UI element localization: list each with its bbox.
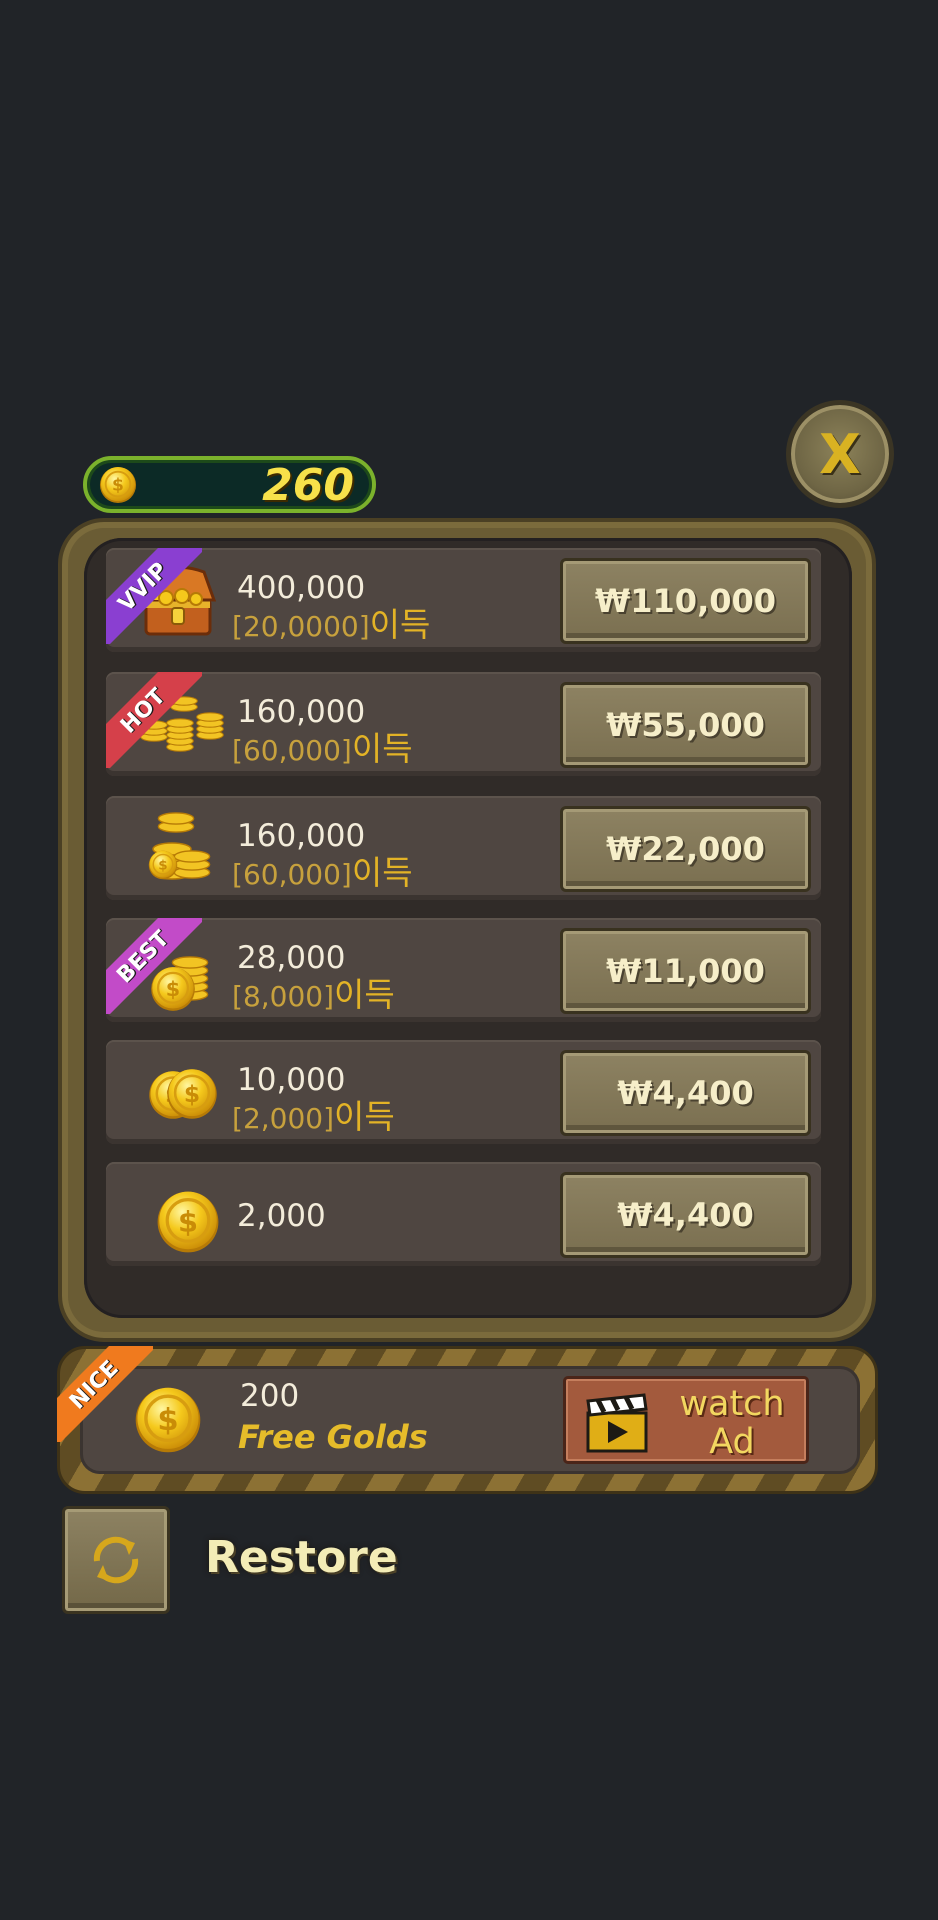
bonus-value: 8,000 — [242, 980, 324, 1013]
coin-icon — [156, 1190, 220, 1254]
watch-ad-line2: Ad — [709, 1422, 755, 1462]
package-bonus: [60,000]이득 — [232, 729, 413, 768]
buy-button[interactable]: ₩11,000 — [560, 928, 811, 1014]
watch-ad-line1: watch — [679, 1384, 785, 1424]
close-button[interactable]: X — [786, 400, 894, 508]
price-label: ₩22,000 — [606, 830, 765, 868]
bonus-suffix: 이득 — [334, 1097, 395, 1136]
coin-icon — [99, 466, 137, 504]
badge-label: BEST — [112, 926, 174, 988]
package-row-1: VVIP 400,000 [20,0000]이득 ₩110,000 — [106, 548, 821, 652]
free-gold-amount: 200 — [240, 1378, 300, 1414]
bonus-value: 60,000 — [242, 858, 341, 891]
package-bonus: [2,000]이득 — [232, 1097, 395, 1136]
badge-label: HOT — [115, 683, 171, 739]
bonus-suffix: 이득 — [351, 729, 413, 768]
close-icon: X — [819, 422, 861, 486]
bonus-suffix: 이득 — [351, 853, 413, 892]
badge-label: VVIP — [113, 557, 173, 617]
package-bonus: [20,0000]이득 — [232, 605, 431, 644]
watch-ad-label: watch Ad — [662, 1385, 802, 1461]
two-coins-icon — [148, 1068, 218, 1120]
package-amount: 160,000 — [237, 818, 366, 854]
coin-balance-value: 260 — [262, 460, 354, 511]
coin-icon — [134, 1386, 202, 1454]
package-amount: 160,000 — [237, 694, 366, 730]
package-amount: 10,000 — [237, 1062, 346, 1098]
package-row-2: HOT 160,000 [60,000]이득 ₩55,000 — [106, 672, 821, 776]
coin-pile-icon — [148, 812, 211, 881]
bonus-value: 2,000 — [242, 1102, 324, 1135]
watch-ad-button[interactable]: watch Ad — [563, 1376, 809, 1464]
buy-button[interactable]: ₩4,400 — [560, 1172, 811, 1258]
restore-label[interactable]: Restore — [205, 1532, 398, 1583]
free-gold-label: Free Golds — [238, 1418, 428, 1456]
package-row-6: 2,000 ₩4,400 — [106, 1162, 821, 1266]
package-row-4: BEST 28,000 [8,000]이득 ₩11,000 — [106, 918, 821, 1022]
package-row-3: 160,000 [60,000]이득 ₩22,000 — [106, 796, 821, 900]
coin-balance-bar: 260 — [83, 456, 376, 513]
badge-band: BEST — [106, 918, 202, 1014]
badge-vvip: VVIP — [106, 548, 202, 644]
badge-band: HOT — [106, 672, 202, 768]
package-bonus: [60,000]이득 — [232, 853, 413, 892]
price-label: ₩4,400 — [617, 1196, 754, 1234]
price-label: ₩110,000 — [594, 582, 777, 620]
price-label: ₩55,000 — [606, 706, 765, 744]
bonus-value: 60,000 — [242, 734, 341, 767]
package-row-5: 10,000 [2,000]이득 ₩4,400 — [106, 1040, 821, 1144]
package-amount: 400,000 — [237, 570, 366, 606]
price-label: ₩11,000 — [606, 952, 765, 990]
buy-button[interactable]: ₩110,000 — [560, 558, 811, 644]
clapperboard-icon — [586, 1393, 648, 1453]
badge-hot: HOT — [106, 672, 202, 768]
package-bonus: [8,000]이득 — [232, 975, 395, 1014]
refresh-icon — [93, 1536, 139, 1584]
restore-button[interactable] — [62, 1506, 170, 1614]
bonus-value: 20,0000 — [242, 610, 359, 643]
bonus-suffix: 이득 — [369, 605, 431, 644]
package-amount: 28,000 — [237, 940, 346, 976]
package-amount: 2,000 — [237, 1198, 326, 1234]
badge-best: BEST — [106, 918, 202, 1014]
bonus-suffix: 이득 — [334, 975, 395, 1014]
buy-button[interactable]: ₩22,000 — [560, 806, 811, 892]
badge-label: NICE — [64, 1355, 124, 1415]
price-label: ₩4,400 — [617, 1074, 754, 1112]
buy-button[interactable]: ₩55,000 — [560, 682, 811, 768]
badge-band: VVIP — [106, 548, 202, 644]
buy-button[interactable]: ₩4,400 — [560, 1050, 811, 1136]
